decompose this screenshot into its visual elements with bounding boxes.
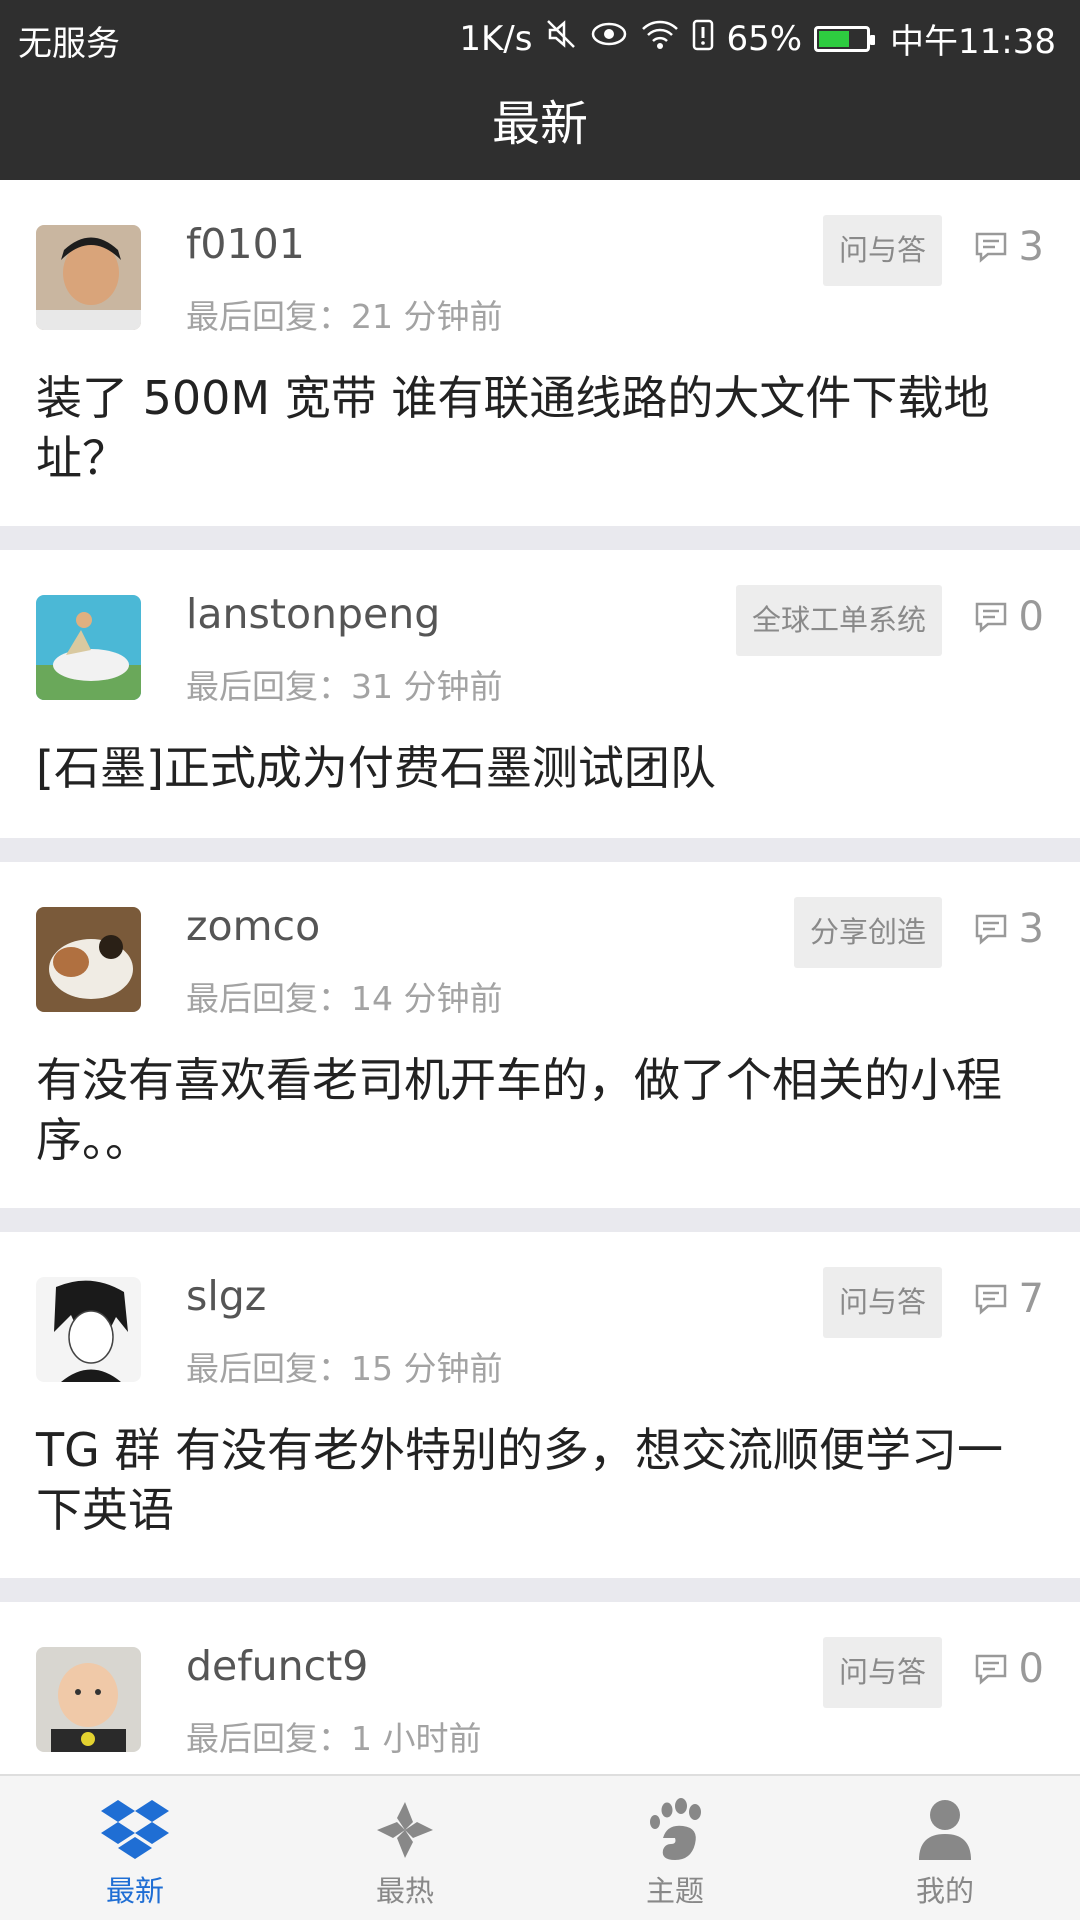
comment-count: 0 [973, 594, 1044, 640]
avatar[interactable] [36, 595, 141, 700]
tab-latest[interactable]: 最新 [0, 1776, 270, 1920]
comment-count-value: 0 [1018, 1646, 1044, 1692]
tab-label: 最新 [105, 1874, 164, 1908]
topic-card[interactable]: defunct9 最后回复：1 小时前 问与答 0 [0, 1602, 1080, 1774]
carrier-label: 无服务 [18, 24, 120, 64]
node-tag[interactable]: 问与答 [822, 215, 942, 286]
clock: 中午11:38 [890, 22, 1056, 62]
tab-topics[interactable]: 主题 [540, 1776, 810, 1920]
avatar[interactable] [36, 1277, 141, 1382]
last-reply-time: 最后回复：31 分钟前 [186, 667, 503, 706]
last-reply-time: 最后回复：15 分钟前 [186, 1349, 503, 1388]
node-tag[interactable]: 全球工单系统 [735, 585, 942, 656]
eye-icon [590, 17, 628, 60]
username[interactable]: f0101 [186, 220, 305, 268]
avatar[interactable] [36, 225, 141, 330]
comment-count: 7 [973, 1276, 1044, 1322]
topic-title[interactable]: TG 群 有没有老外特别的多，想交流顺便学习一下英语 [36, 1420, 1044, 1540]
battery-level [819, 30, 849, 47]
tab-label: 最热 [375, 1874, 434, 1908]
topic-card[interactable]: zomco 最后回复：14 分钟前 分享创造 3 有没有喜欢看老司机开车的，做了… [0, 862, 1080, 1208]
battery-percent: 65% [726, 18, 803, 59]
last-reply-time: 最后回复：1 小时前 [186, 1719, 482, 1758]
last-reply-time: 最后回复：14 分钟前 [186, 979, 503, 1018]
topic-card[interactable]: f0101 最后回复：21 分钟前 问与答 3 装了 500M 宽带 谁有联通线… [0, 180, 1080, 526]
status-bar: 无服务 1K/s 65% 中午11:38 [0, 0, 1080, 75]
topic-card[interactable]: slgz 最后回复：15 分钟前 问与答 7 TG 群 有没有老外特别的多，想交… [0, 1232, 1080, 1578]
topic-feed[interactable]: f0101 最后回复：21 分钟前 问与答 3 装了 500M 宽带 谁有联通线… [0, 180, 1080, 1774]
comment-count-value: 3 [1018, 224, 1044, 270]
app-header: 最新 [0, 75, 1080, 180]
username[interactable]: lanstonpeng [186, 590, 440, 638]
node-tag[interactable]: 分享创造 [793, 897, 942, 968]
person-icon [916, 1798, 974, 1866]
page-title: 最新 [491, 96, 588, 152]
comment-icon [975, 602, 1006, 633]
status-icons: 1K/s 65% 中午11:38 [447, 14, 1056, 63]
node-tag[interactable]: 问与答 [822, 1267, 942, 1338]
avatar[interactable] [36, 907, 141, 1012]
topic-title[interactable]: 装了 500M 宽带 谁有联通线路的大文件下载地址？ [36, 368, 1044, 488]
network-speed: 1K/s [459, 18, 533, 59]
footprint-icon [645, 1798, 705, 1868]
topic-card[interactable]: lanstonpeng 最后回复：31 分钟前 全球工单系统 0 [石墨]正式成… [0, 550, 1080, 838]
username[interactable]: zomco [186, 902, 320, 950]
mute-icon [544, 17, 578, 60]
tab-label: 主题 [645, 1874, 704, 1908]
topic-title[interactable]: [石墨]正式成为付费石墨测试团队 [36, 738, 1044, 798]
pinwheel-icon [373, 1798, 437, 1866]
comment-count-value: 7 [1018, 1276, 1044, 1322]
wifi-icon [640, 17, 680, 60]
username[interactable]: defunct9 [186, 1642, 368, 1690]
bottom-tab-bar: 最新 最热 主题 我的 [0, 1774, 1080, 1920]
node-tag[interactable]: 问与答 [822, 1637, 942, 1708]
topic-title[interactable]: 有没有喜欢看老司机开车的，做了个相关的小程序。。 [36, 1050, 1044, 1170]
comment-icon [975, 1284, 1006, 1315]
tab-label: 我的 [915, 1874, 974, 1908]
dropbox-icon [100, 1798, 170, 1864]
comment-count: 0 [973, 1646, 1044, 1692]
comment-count-value: 3 [1018, 906, 1044, 952]
comment-icon [975, 1654, 1006, 1685]
avatar[interactable] [36, 1647, 141, 1752]
comment-count: 3 [973, 906, 1044, 952]
comment-count: 3 [973, 224, 1044, 270]
comment-icon [975, 914, 1006, 945]
username[interactable]: slgz [186, 1272, 266, 1320]
battery-icon [814, 25, 876, 52]
comment-count-value: 0 [1018, 594, 1044, 640]
tab-mine[interactable]: 我的 [810, 1776, 1080, 1920]
last-reply-time: 最后回复：21 分钟前 [186, 297, 503, 336]
tab-hot[interactable]: 最热 [270, 1776, 540, 1920]
comment-icon [975, 232, 1006, 263]
battery-alert-icon [692, 17, 714, 60]
